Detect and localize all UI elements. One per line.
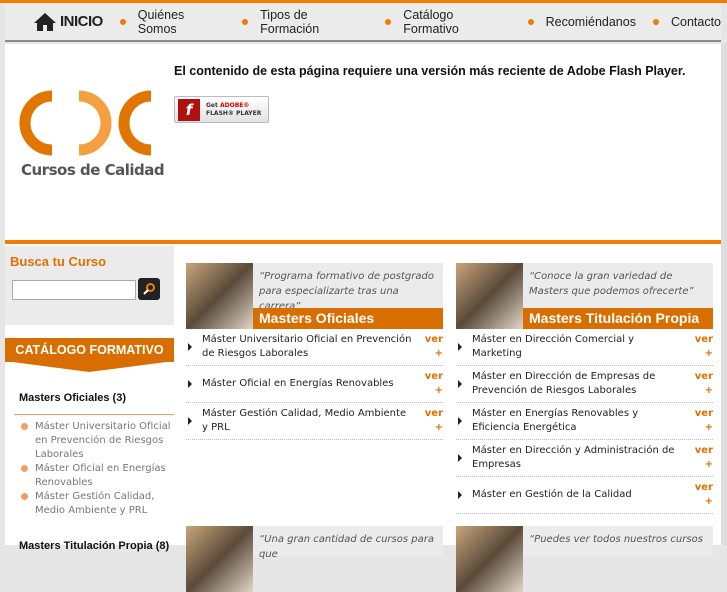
bullet-icon <box>242 18 249 25</box>
search-panel: Busca tu Curso <box>5 246 174 325</box>
search-button[interactable] <box>138 278 160 300</box>
arrow-right-icon <box>458 491 462 499</box>
masters-titulacion-propia-box: “Conoce la gran variedad de Masters que … <box>456 263 713 514</box>
nav-item-recomiendanos[interactable]: Recomiéndanos <box>527 14 636 29</box>
arrow-right-icon <box>188 380 192 388</box>
bullet-icon <box>652 18 659 25</box>
catalog-group-oficiales[interactable]: Masters Oficiales (3) <box>19 392 126 404</box>
ver-link[interactable]: ver + <box>683 444 713 472</box>
ver-link[interactable]: ver + <box>683 481 713 509</box>
nav-item-catalogo[interactable]: Catálogo Formativo <box>385 8 510 36</box>
course-row[interactable]: Máster en Dirección y Administración de … <box>456 440 713 477</box>
masters-oficiales-box: “Programa formativo de postgrado para es… <box>186 263 443 440</box>
course-name[interactable]: Máster en Gestión de la Calidad <box>472 488 683 502</box>
search-input[interactable] <box>12 280 136 300</box>
ver-link[interactable]: ver + <box>683 407 713 435</box>
nav-label: Tipos de Formación <box>260 7 320 36</box>
nav-home[interactable]: INICIO <box>33 12 103 32</box>
course-name[interactable]: Máster Universitario Oficial en Prevenci… <box>202 333 413 361</box>
student-photo <box>456 526 523 592</box>
search-title: Busca tu Curso <box>10 254 107 269</box>
box-quote: “Una gran cantidad de cursos para que <box>259 534 434 560</box>
page-content: Cursos de Calidad El contenido de esta p… <box>5 44 721 592</box>
catalog-banner: CATÁLOGO FORMATIVO <box>5 338 174 378</box>
course-name[interactable]: Máster en Dirección y Administración de … <box>472 444 683 472</box>
ver-link[interactable]: ver + <box>683 333 713 361</box>
arrow-right-icon <box>458 380 462 388</box>
course-row[interactable]: Máster en Dirección de Empresas de Preve… <box>456 366 713 403</box>
course-name[interactable]: Máster en Dirección de Empresas de Preve… <box>472 370 683 398</box>
home-icon <box>34 12 56 31</box>
flash-player: FLASH® PLAYER <box>206 109 262 117</box>
logo-text: Cursos de Calidad <box>21 161 165 179</box>
course-row[interactable]: Máster en Dirección Comercial y Marketin… <box>456 329 713 366</box>
catalog-group-titulacion-propia[interactable]: Masters Titulación Propia (8) <box>19 540 169 552</box>
woman-photo <box>186 526 253 592</box>
nav-item-tipos-formacion[interactable]: Tipos de Formación <box>242 8 368 36</box>
catalog-link[interactable]: Máster Universitario Oficial en Prevenci… <box>21 420 171 462</box>
box-title[interactable]: Masters Oficiales <box>253 308 443 329</box>
course-row[interactable]: Máster Universitario Oficial en Prevenci… <box>186 329 443 366</box>
course-row[interactable]: Máster Gestión Calidad, Medio Ambiente y… <box>186 403 443 440</box>
course-name[interactable]: Máster en Energías Renovables y Eficienc… <box>472 407 683 435</box>
catalog-title: CATÁLOGO FORMATIVO <box>5 338 174 362</box>
ver-link[interactable]: ver + <box>413 370 443 398</box>
ver-link[interactable]: ver + <box>413 333 443 361</box>
students-photo <box>186 263 253 329</box>
nav-label: Recomiéndanos <box>545 14 636 29</box>
flash-brand: ADOBE® <box>219 101 250 109</box>
course-row[interactable]: Máster en Gestión de la Calidad ver + <box>456 477 713 514</box>
get-flash-button[interactable]: f Get ADOBE® FLASH® PLAYER <box>174 96 269 123</box>
flash-icon: f <box>178 98 200 121</box>
nav-label: Contacto <box>670 14 721 29</box>
arrow-right-icon <box>188 417 192 425</box>
flash-get: Get <box>206 101 218 109</box>
logo-icon[interactable] <box>19 88 159 158</box>
divider <box>14 414 174 415</box>
catalog-list: Máster Universitario Oficial en Prevenci… <box>21 420 171 518</box>
course-name[interactable]: Máster Oficial en Energías Renovables <box>202 377 413 391</box>
divider <box>5 240 721 244</box>
teacher-photo <box>456 263 523 329</box>
box-quote: “Conoce la gran variedad de Masters que … <box>529 271 694 297</box>
course-name[interactable]: Máster Gestión Calidad, Medio Ambiente y… <box>202 407 413 435</box>
course-name[interactable]: Máster en Dirección Comercial y Marketin… <box>472 333 683 361</box>
catalog-link[interactable]: Máster Oficial en Energías Renovables <box>21 462 171 490</box>
page-edge <box>721 44 727 545</box>
nav-label: Catálogo Formativo <box>403 7 459 36</box>
nav-label: Quiénes Somos <box>137 7 185 36</box>
course-row[interactable]: Máster en Energías Renovables y Eficienc… <box>456 403 713 440</box>
cursos-box: “Una gran cantidad de cursos para que <box>186 526 443 592</box>
course-row[interactable]: Máster Oficial en Energías Renovables ver… <box>186 366 443 403</box>
nav-item-quienes-somos[interactable]: Quiénes Somos <box>119 7 225 36</box>
arrow-right-icon <box>458 343 462 351</box>
arrow-right-icon <box>458 454 462 462</box>
ver-link[interactable]: ver + <box>683 370 713 398</box>
bullet-icon <box>385 18 392 25</box>
box-title[interactable]: Masters Titulación Propia <box>523 308 713 329</box>
bullet-icon <box>119 18 126 25</box>
ver-link[interactable]: ver + <box>413 407 443 435</box>
main-nav: INICIO Quiénes Somos Tipos de Formación … <box>5 3 721 42</box>
bullet-icon <box>527 18 534 25</box>
search-icon <box>143 283 155 295</box>
catalog-link[interactable]: Máster Gestión Calidad, Medio Ambiente y… <box>21 490 171 518</box>
nav-item-contacto[interactable]: Contacto <box>652 14 721 29</box>
todos-cursos-box: “Puedes ver todos nuestros cursos <box>456 526 713 592</box>
flash-message: El contenido de esta página requiere una… <box>174 64 686 78</box>
arrow-right-icon <box>458 417 462 425</box>
nav-home-label: INICIO <box>60 13 103 30</box>
arrow-right-icon <box>188 343 192 351</box>
